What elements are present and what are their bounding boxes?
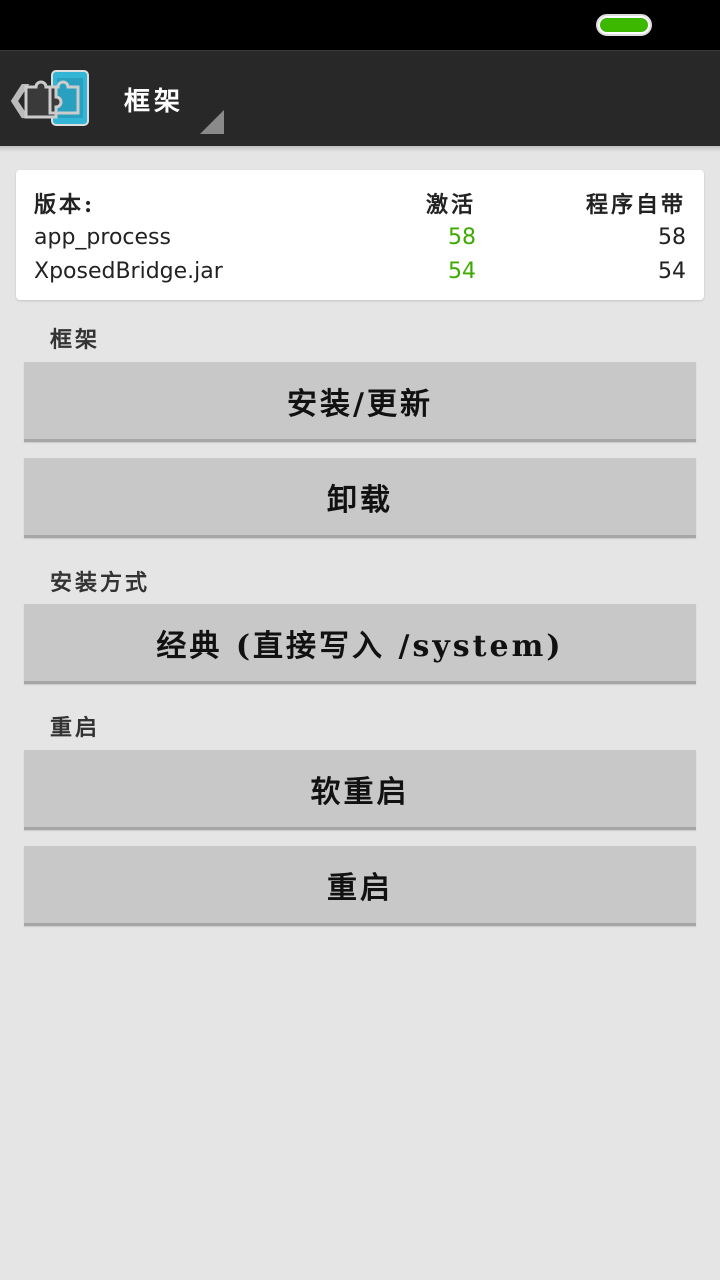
reboot-section-label: 重启 [50,715,101,741]
install-method-section-label: 安装方式 [50,570,151,596]
bundled-version: 54 [658,259,686,284]
action-bar-shadow [0,146,720,152]
framework-section-label: 框架 [50,327,101,353]
xposed-puzzle-phone-icon[interactable] [22,69,90,127]
component-name: app_process [34,225,171,250]
active-version: 54 [448,259,476,284]
version-header-row: 版本: 激活 程序自带 [16,188,704,222]
status-bar [0,0,720,50]
active-version: 58 [448,225,476,250]
version-header-label: 版本: [34,192,96,218]
table-row: XposedBridge.jar 54 54 [16,255,704,289]
soft-reboot-button[interactable]: 软重启 [24,750,696,830]
classic-install-button[interactable]: 经典 (直接写入 /system) [24,604,696,684]
battery-level [600,18,648,32]
bundled-version: 58 [658,225,686,250]
screen-title[interactable]: 框架 [124,81,184,118]
bundled-header: 程序自带 [585,192,686,218]
reboot-button[interactable]: 重启 [24,846,696,926]
spinner-indicator-icon[interactable] [200,110,224,134]
battery-icon [596,14,652,36]
active-header: 激活 [425,192,476,218]
action-bar: ❮ 框架 [0,50,720,146]
install-update-button[interactable]: 安装/更新 [24,362,696,442]
uninstall-button[interactable]: 卸载 [24,458,696,538]
component-name: XposedBridge.jar [34,259,223,284]
table-row: app_process 58 58 [16,221,704,255]
version-card: 版本: 激活 程序自带 app_process 58 58 XposedBrid… [16,170,704,300]
